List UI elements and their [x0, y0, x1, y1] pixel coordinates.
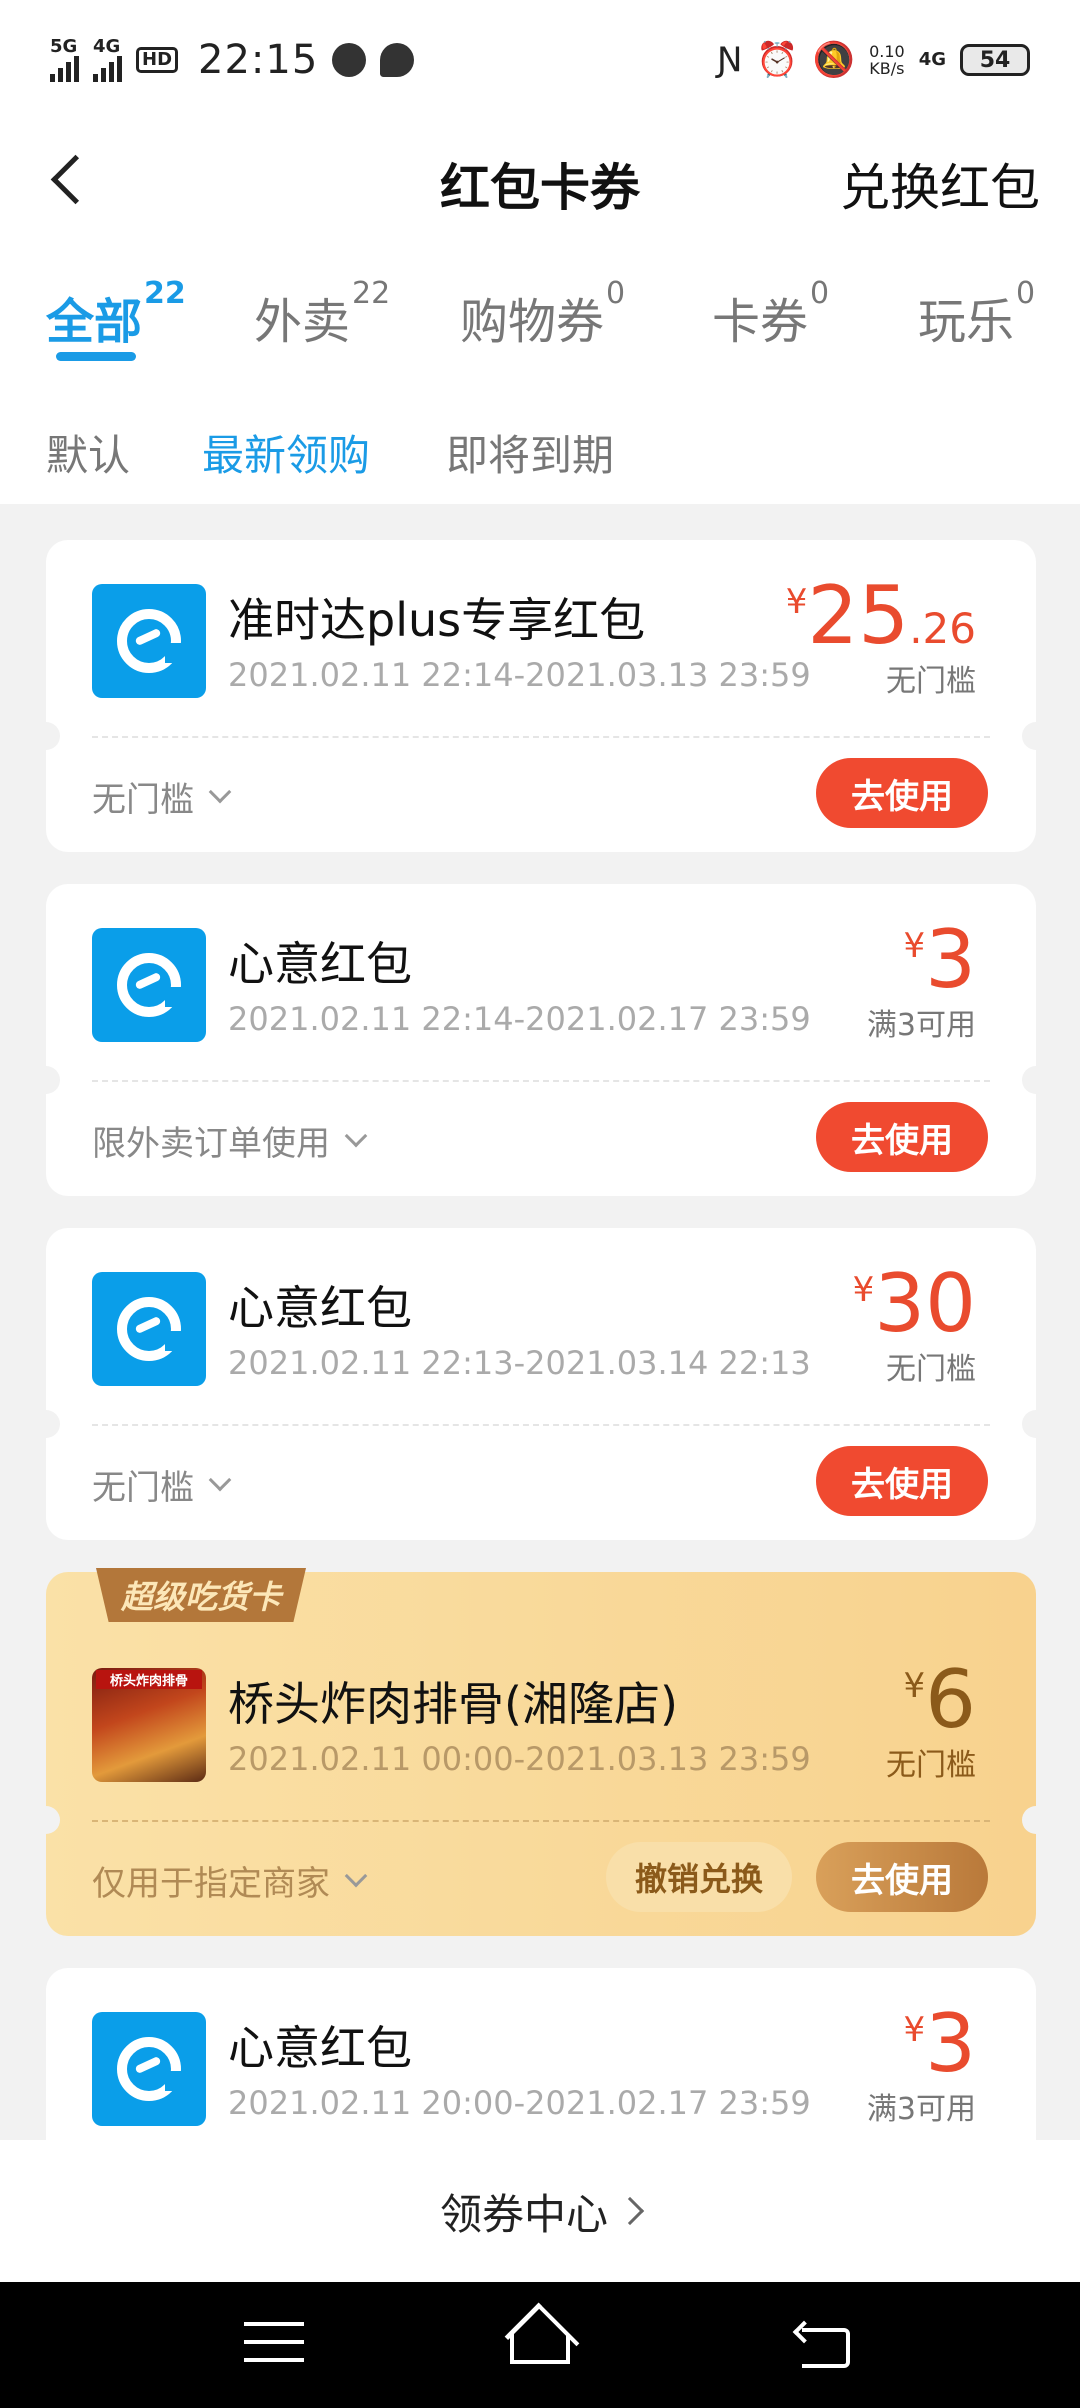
coupon-condition: 满3可用: [866, 1008, 976, 1043]
tab-all[interactable]: 全部22: [46, 276, 186, 352]
coupon-price: ¥6: [903, 1653, 976, 1746]
coupon-price: ¥25.26: [785, 569, 976, 662]
tab-fun[interactable]: 玩乐0: [918, 276, 1035, 352]
coupon-limit-toggle[interactable]: 限外卖订单使用: [92, 1116, 368, 1165]
sort-default[interactable]: 默认: [46, 422, 130, 483]
coupon-name: 心意红包: [228, 937, 412, 991]
coupon-limit-toggle[interactable]: 无门槛: [92, 1460, 232, 1509]
status-time: 22:15: [198, 37, 319, 83]
nfc-icon: Ɲ: [716, 40, 743, 80]
battery-icon: 54: [960, 44, 1030, 76]
coupon-condition: 无门槛: [886, 1352, 976, 1387]
use-coupon-button[interactable]: 去使用: [816, 1842, 988, 1912]
net-type: 4G: [918, 49, 946, 70]
coupon-limit-toggle[interactable]: 仅用于指定商家: [92, 1856, 368, 1905]
signal-bars-icon: [50, 56, 79, 82]
coupon-price: ¥3: [903, 1997, 976, 2090]
chevron-down-icon: [208, 1468, 232, 1491]
status-bar: 5G 4G HD 22:15 Ɲ ⏰ 🔕 0.10 KB/s 4G 54: [0, 0, 1080, 120]
use-coupon-button[interactable]: 去使用: [816, 1102, 988, 1172]
coupon-card: 心意红包 2021.02.11 22:14-2021.02.17 23:59 ¥…: [32, 884, 1050, 1196]
tab-takeout[interactable]: 外卖22: [254, 276, 390, 352]
coupon-condition: 无门槛: [886, 1748, 976, 1783]
tab-shopping-coupons[interactable]: 购物券0: [460, 276, 625, 352]
coupons-page: 5G 4G HD 22:15 Ɲ ⏰ 🔕 0.10 KB/s 4G 54 红包卡…: [0, 0, 1080, 2408]
super-foodie-tag: 超级吃货卡: [96, 1568, 306, 1622]
eleme-logo-icon: [92, 2012, 206, 2126]
coupon-card: 心意红包 2021.02.11 22:13-2021.03.14 22:13 ¥…: [32, 1228, 1050, 1540]
hd-badge: HD: [136, 47, 179, 73]
chevron-down-icon: [208, 780, 232, 803]
back-icon[interactable]: [40, 150, 100, 210]
wechat-icon: [332, 43, 367, 77]
home-icon[interactable]: [510, 2334, 570, 2364]
eleme-logo-icon: [92, 1272, 206, 1386]
coupon-price: ¥30: [852, 1257, 976, 1350]
exchange-red-packet-button[interactable]: 兑换红包: [840, 148, 1040, 220]
signal-4g: 4G: [93, 38, 122, 82]
shop-logo-image: 桥头炸肉排骨: [92, 1668, 206, 1782]
eleme-logo-icon: [92, 928, 206, 1042]
use-coupon-button[interactable]: 去使用: [816, 1446, 988, 1516]
coupon-date: 2021.02.11 00:00-2021.03.13 23:59: [228, 1740, 811, 1778]
active-tab-indicator: [56, 352, 136, 361]
coupon-date: 2021.02.11 20:00-2021.02.17 23:59: [228, 2084, 811, 2122]
sort-newest[interactable]: 最新领购: [202, 422, 370, 483]
coupon-name: 心意红包: [228, 2021, 412, 2075]
coupon-price: ¥3: [903, 913, 976, 1006]
coupon-date: 2021.02.11 22:14-2021.03.13 23:59: [228, 656, 811, 694]
sort-expiring[interactable]: 即将到期: [446, 422, 614, 483]
mute-icon: 🔕: [812, 40, 856, 80]
back-nav-icon[interactable]: [796, 2318, 856, 2374]
app-header: 红包卡券 兑换红包: [0, 120, 1080, 240]
coupon-name: 准时达plus专享红包: [228, 593, 646, 647]
eleme-logo-icon: [92, 584, 206, 698]
menu-icon[interactable]: [244, 2322, 304, 2378]
chevron-right-icon: [615, 2196, 645, 2226]
system-nav-bar: [0, 2282, 1080, 2408]
revoke-exchange-button[interactable]: 撤销兑换: [606, 1842, 792, 1912]
coupon-name: 桥头炸肉排骨(湘隆店): [228, 1677, 678, 1731]
coupon-list: 准时达plus专享红包 2021.02.11 22:14-2021.03.13 …: [0, 504, 1080, 2140]
net-speed: 0.10 KB/s: [869, 42, 905, 78]
alarm-icon: ⏰: [756, 40, 799, 80]
sort-options: 默认 最新领购 即将到期: [0, 380, 1080, 504]
coupon-condition: 无门槛: [886, 664, 976, 699]
coupon-limit-toggle[interactable]: 无门槛: [92, 772, 232, 821]
status-right: Ɲ ⏰ 🔕 0.10 KB/s 4G 54: [717, 40, 1030, 80]
signal-bars-icon: [93, 56, 122, 82]
super-foodie-card: 超级吃货卡 桥头炸肉排骨 桥头炸肉排骨(湘隆店) 2021.02.11 00:0…: [32, 1568, 1050, 1936]
coupon-center-link[interactable]: 领券中心: [0, 2140, 1080, 2282]
chevron-down-icon: [344, 1124, 368, 1147]
status-left: 5G 4G HD 22:15: [50, 37, 415, 83]
use-coupon-button[interactable]: 去使用: [816, 758, 988, 828]
category-tabs: 全部22 外卖22 购物券0 卡券0 玩乐0: [0, 240, 1080, 380]
message-icon: [380, 43, 415, 77]
coupon-date: 2021.02.11 22:13-2021.03.14 22:13: [228, 1344, 811, 1382]
coupon-condition: 满3可用: [866, 2092, 976, 2127]
coupon-name: 心意红包: [228, 1281, 412, 1335]
coupon-date: 2021.02.11 22:14-2021.02.17 23:59: [228, 1000, 811, 1038]
coupon-card: 心意红包 2021.02.11 20:00-2021.02.17 23:59 ¥…: [46, 1968, 1036, 2140]
coupon-card: 准时达plus专享红包 2021.02.11 22:14-2021.03.13 …: [32, 540, 1050, 852]
signal-5g: 5G: [50, 38, 79, 82]
chevron-down-icon: [344, 1864, 368, 1887]
tab-cards[interactable]: 卡券0: [712, 276, 829, 352]
